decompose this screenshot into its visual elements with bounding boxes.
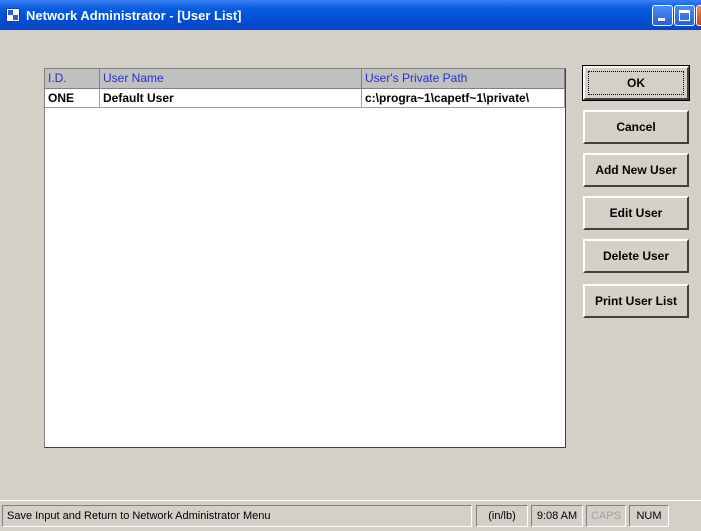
maximize-button[interactable] <box>674 5 695 26</box>
user-list-form: I.D. User Name User's Private Path ONE D… <box>0 30 701 500</box>
status-bar: Save Input and Return to Network Adminis… <box>0 500 701 531</box>
column-header-user-name[interactable]: User Name <box>100 69 362 89</box>
status-time: 9:08 AM <box>531 505 583 527</box>
delete-user-button[interactable]: Delete User <box>583 239 689 273</box>
minimize-button[interactable] <box>652 5 673 26</box>
status-num-indicator: NUM <box>629 505 669 527</box>
app-window-icon[interactable] <box>6 8 20 22</box>
cell-user-id[interactable]: ONE <box>45 89 100 108</box>
maximize-icon <box>679 10 690 21</box>
print-user-list-button[interactable]: Print User List <box>583 284 689 318</box>
add-new-user-button[interactable]: Add New User <box>583 153 689 187</box>
application-window: Network Administrator - [User List] ✕ I.… <box>0 0 701 531</box>
minimize-icon <box>658 18 665 21</box>
title-bar[interactable]: Network Administrator - [User List] ✕ <box>0 0 701 30</box>
column-header-private-path[interactable]: User's Private Path <box>362 69 565 89</box>
window-title: Network Administrator - [User List] <box>26 8 242 23</box>
cancel-button[interactable]: Cancel <box>583 110 689 144</box>
user-list-grid[interactable]: I.D. User Name User's Private Path ONE D… <box>44 68 566 448</box>
edit-user-button[interactable]: Edit User <box>583 196 689 230</box>
table-row[interactable]: ONE Default User c:\progra~1\capetf~1\pr… <box>45 89 565 108</box>
column-header-id[interactable]: I.D. <box>45 69 100 89</box>
status-caps-indicator: CAPS <box>586 505 626 527</box>
grid-header: I.D. User Name User's Private Path <box>45 69 565 89</box>
status-message: Save Input and Return to Network Adminis… <box>2 505 472 527</box>
close-button[interactable]: ✕ <box>696 5 701 26</box>
cell-private-path[interactable]: c:\progra~1\capetf~1\private\ <box>362 89 565 108</box>
ok-button[interactable]: OK <box>582 65 690 101</box>
status-units: (in/lb) <box>476 505 528 527</box>
ok-button-label: OK <box>627 76 645 90</box>
cell-user-name[interactable]: Default User <box>100 89 362 108</box>
